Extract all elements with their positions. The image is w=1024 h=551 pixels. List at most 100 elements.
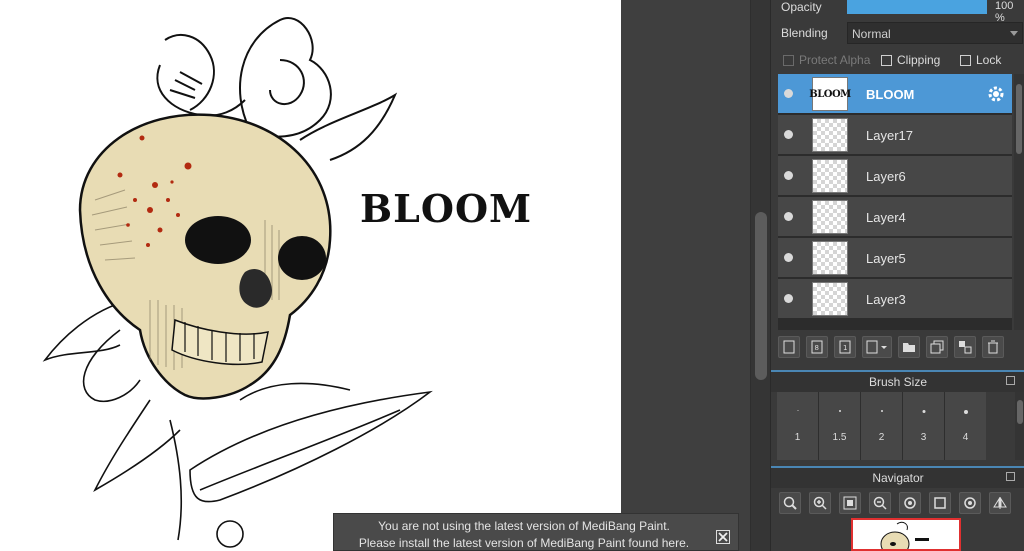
layer-row[interactable]: Layer5: [778, 238, 1012, 278]
add-layer-menu-button[interactable]: [862, 336, 892, 358]
preview-thumbnail: [880, 521, 929, 549]
fit-canvas-icon[interactable]: [929, 492, 951, 514]
blending-label: Blending: [781, 26, 828, 40]
brush-dot-icon: [922, 410, 925, 413]
brush-size-label: 1.5: [832, 432, 847, 443]
brush-size-grid: 1 1.5 2 3 4: [777, 392, 986, 460]
brush-dot-icon: [880, 410, 883, 412]
notification-line-2: Please install the latest version of Med…: [358, 536, 690, 550]
layer-thumbnail: [812, 200, 848, 234]
visibility-icon[interactable]: [784, 212, 793, 221]
navigator-header: Navigator: [771, 466, 1024, 488]
brush-size-label: 4: [962, 432, 969, 443]
visibility-icon[interactable]: [784, 130, 793, 139]
scrollbar-thumb[interactable]: [755, 212, 767, 380]
brush-dot-icon: [797, 410, 798, 411]
layer-name: Layer17: [866, 128, 913, 143]
blending-value: Normal: [852, 27, 891, 41]
canvas-vertical-scrollbar[interactable]: [750, 0, 770, 551]
duplicate-layer-button[interactable]: [926, 336, 948, 358]
brush-size-header: Brush Size: [771, 370, 1024, 392]
brush-dot-icon: [963, 410, 968, 414]
popout-icon[interactable]: [1006, 472, 1015, 481]
lock-label: Lock: [976, 53, 1002, 67]
layer-name: Layer5: [866, 251, 906, 266]
protect-alpha-checkbox[interactable]: Protect Alpha: [783, 52, 870, 68]
layer-thumbnail: [812, 241, 848, 275]
lock-checkbox[interactable]: Lock: [960, 52, 1001, 68]
folder-icon[interactable]: [898, 336, 920, 358]
navigator-preview[interactable]: [851, 518, 961, 551]
layer-row-bloom[interactable]: BLOOM BLOOM: [778, 74, 1012, 114]
layer-name: Layer6: [866, 169, 906, 184]
new-1bit-layer-button[interactable]: 1: [834, 336, 856, 358]
merge-layer-button[interactable]: [954, 336, 976, 358]
layer-toolbar: 8 1: [778, 334, 1024, 360]
chevron-down-icon: [1010, 31, 1018, 36]
bloom-artwork-text: BLOOM: [360, 186, 532, 231]
notification-line-1: You are not using the latest version of …: [378, 519, 670, 533]
brush-size-option[interactable]: 1: [777, 392, 818, 460]
layer-list-scrollbar[interactable]: [1014, 74, 1024, 330]
protect-alpha-label: Protect Alpha: [799, 53, 871, 67]
gear-icon[interactable]: [986, 84, 1006, 107]
scrollbar-thumb[interactable]: [1017, 400, 1023, 424]
opacity-row: Opacity 100 %: [771, 0, 1024, 24]
brush-size-option[interactable]: 2: [861, 392, 902, 460]
blending-select[interactable]: Normal: [847, 22, 1023, 44]
zoom-out-icon[interactable]: [869, 492, 891, 514]
svg-text:1: 1: [843, 344, 847, 352]
layer-panel: Opacity 100 % Blending Normal Protect Al…: [770, 0, 1024, 551]
zoom-actual-icon[interactable]: [779, 492, 801, 514]
scrollbar-thumb[interactable]: [1016, 84, 1022, 154]
checkbox-box: [783, 54, 794, 66]
canvas-gutter: [621, 0, 750, 551]
close-icon[interactable]: [716, 530, 730, 544]
visibility-icon[interactable]: [784, 171, 793, 180]
layer-list: BLOOM BLOOM Layer17 Layer6 Layer4 Layer5…: [778, 74, 1012, 330]
checkbox-box: [960, 54, 971, 66]
update-notification[interactable]: You are not using the latest version of …: [333, 513, 739, 551]
medibang-window: BLOOM Opacity 100 % Blending Normal Prot…: [0, 0, 1024, 551]
brush-size-label: 3: [920, 432, 927, 443]
layer-name: Layer3: [866, 292, 906, 307]
brush-size-option[interactable]: 4: [945, 392, 986, 460]
fit-window-icon[interactable]: [839, 492, 861, 514]
navigator-title: Navigator: [872, 471, 924, 485]
clipping-label: Clipping: [897, 53, 941, 67]
layer-thumbnail: [812, 118, 848, 152]
layer-row[interactable]: Layer17: [778, 115, 1012, 155]
brush-size-label: 2: [878, 432, 885, 443]
layer-thumbnail: BLOOM: [809, 77, 851, 111]
new-8bit-layer-button[interactable]: 8: [806, 336, 828, 358]
brush-size-option[interactable]: 3: [903, 392, 944, 460]
opacity-label: Opacity: [781, 0, 822, 14]
flip-horizontal-icon[interactable]: [989, 492, 1011, 514]
opacity-slider[interactable]: [847, 0, 987, 14]
checkbox-box: [881, 54, 892, 66]
zoom-in-icon[interactable]: [809, 492, 831, 514]
rotate-left-icon[interactable]: [899, 492, 921, 514]
rotate-right-icon[interactable]: [959, 492, 981, 514]
visibility-icon[interactable]: [784, 294, 793, 303]
trash-icon[interactable]: [982, 336, 1004, 358]
layer-row[interactable]: Layer4: [778, 197, 1012, 237]
brush-size-label: 1: [794, 432, 801, 443]
clipping-checkbox[interactable]: Clipping: [881, 52, 940, 68]
visibility-icon[interactable]: [784, 253, 793, 262]
layer-name: Layer4: [866, 210, 906, 225]
layer-thumbnail: [812, 282, 848, 316]
new-layer-button[interactable]: [778, 336, 800, 358]
artwork-illustration: BLOOM: [42, 17, 532, 548]
layer-row[interactable]: Layer6: [778, 156, 1012, 196]
visibility-icon[interactable]: [784, 89, 793, 98]
brush-size-scrollbar[interactable]: [1015, 392, 1024, 460]
popout-icon[interactable]: [1006, 376, 1015, 385]
brush-dot-icon: [838, 410, 841, 412]
layer-name: BLOOM: [866, 87, 915, 102]
brush-size-option[interactable]: 1.5: [819, 392, 860, 460]
layer-row[interactable]: Layer3: [778, 279, 1012, 319]
opacity-value: 100 %: [995, 0, 1014, 24]
drawing-canvas[interactable]: BLOOM: [0, 0, 621, 551]
notification-message: You are not using the latest version of …: [334, 518, 714, 551]
